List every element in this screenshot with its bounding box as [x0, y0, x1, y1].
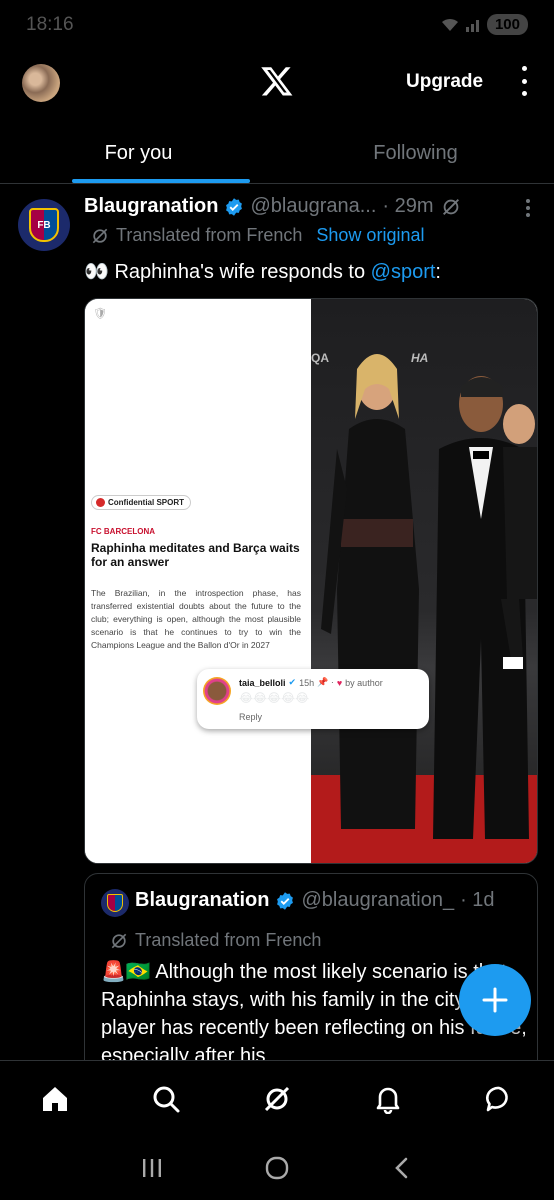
overflow-menu-icon[interactable] [516, 66, 532, 96]
comment-reply-label: Reply [239, 712, 263, 722]
man-with-child-figure [433, 376, 537, 839]
quoted-tweet-header: Blaugranation @blaugranation_ · 1d [135, 889, 495, 912]
tab-label: Following [373, 142, 458, 164]
signal-icon [465, 19, 479, 32]
translate-icon [92, 228, 108, 243]
quoted-author-handle: @blaugranation_ [301, 889, 455, 911]
article-screenshot: 🛡 Confidential SPORT FC BARCELONA Raphin… [85, 299, 311, 863]
shield-icon: 🛡 [93, 308, 107, 320]
recents-button[interactable] [132, 1148, 172, 1188]
tab-label: For you [104, 142, 173, 164]
liked-by-author: by author [345, 677, 383, 688]
top-header: Upgrade [0, 54, 554, 118]
back-button[interactable] [382, 1148, 422, 1188]
home-icon [43, 1086, 68, 1111]
comment-card: taia_belloli ✔ 15h 📌 · ♥ by author 😂😂😂😂😂… [197, 669, 429, 729]
commenter-avatar [203, 677, 231, 705]
show-original-link[interactable]: Show original [316, 225, 424, 246]
chat-icon [485, 1086, 508, 1111]
confidential-badge: Confidential SPORT [91, 495, 191, 510]
x-logo-icon[interactable] [260, 64, 294, 98]
author-handle[interactable]: @blaugrana... [250, 195, 376, 218]
nav-messages[interactable] [469, 1069, 529, 1129]
wifi-icon [441, 18, 458, 31]
tweet-text: 👀 Raphinha's wife responds to @sport: [84, 259, 441, 284]
quoted-author-avatar [101, 889, 129, 917]
translation-row: Translated from French Show original [90, 225, 424, 246]
mention-link[interactable]: @sport [371, 261, 436, 283]
tweet-text-prefix: 👀 Raphinha's wife responds to [84, 261, 371, 283]
tweet-media-image[interactable]: 🛡 Confidential SPORT FC BARCELONA Raphin… [84, 298, 538, 864]
recents-icon [143, 1159, 162, 1177]
nav-grok[interactable] [247, 1069, 307, 1129]
status-time: 18:16 [26, 14, 74, 35]
commenter-name: taia_belloli [239, 677, 286, 688]
bottom-nav [0, 1060, 554, 1136]
home-button[interactable] [257, 1148, 297, 1188]
quoted-translation-row: Translated from French [109, 930, 321, 951]
upgrade-button[interactable]: Upgrade [406, 71, 483, 93]
quoted-timestamp: · 1d [460, 889, 495, 911]
translated-label: Translated from French [135, 930, 322, 950]
active-tab-indicator [72, 179, 250, 183]
comment-time: 15h [299, 677, 315, 688]
system-nav [0, 1136, 554, 1200]
bell-icon [376, 1087, 400, 1114]
author-name[interactable]: Blaugranation [84, 195, 218, 218]
badge-label: Confidential SPORT [108, 498, 184, 507]
article-section: FC BARCELONA [91, 527, 155, 536]
tab-for-you[interactable]: For you [0, 118, 277, 183]
pin-icon: 📌 · [317, 677, 334, 687]
profile-avatar[interactable] [22, 64, 60, 102]
heart-icon: ♥ [336, 677, 343, 688]
nav-search[interactable] [136, 1069, 196, 1129]
tweet-timestamp[interactable]: · 29m [382, 195, 433, 218]
compose-button[interactable] [459, 964, 531, 1036]
grok-icon [264, 1086, 290, 1111]
tweet-more-icon[interactable] [526, 199, 532, 217]
club-crest-icon: FB [29, 208, 59, 242]
comment-text: 😂😂😂😂😂 [239, 691, 310, 705]
tweet[interactable]: FB Blaugranation @blaugrana... · 29m Tra… [0, 185, 554, 1123]
author-avatar[interactable]: FB [18, 199, 70, 251]
club-crest-icon [107, 894, 123, 912]
tweet-header: Blaugranation @blaugrana... · 29m [84, 195, 462, 218]
quoted-author-name: Blaugranation [135, 889, 270, 911]
verified-badge-icon [226, 197, 243, 216]
article-body: The Brazilian, in the introspection phas… [91, 588, 301, 650]
status-icons: 100 [441, 14, 528, 35]
home-circle-icon [265, 1156, 289, 1180]
timeline-tabs: For you Following [0, 118, 554, 184]
grok-icon[interactable] [440, 196, 462, 218]
tab-following[interactable]: Following [277, 118, 554, 183]
back-chevron-icon [394, 1157, 407, 1179]
article-headline: Raphinha meditates and Barça waits for a… [91, 541, 300, 569]
battery-indicator: 100 [486, 14, 528, 35]
sport-logo-icon [96, 498, 105, 507]
nav-home[interactable] [25, 1069, 85, 1129]
translate-icon [111, 933, 127, 948]
translated-label: Translated from French [116, 225, 303, 245]
verified-icon: ✔ [288, 677, 297, 687]
search-icon [153, 1086, 180, 1112]
tweet-text-suffix: : [435, 261, 441, 283]
status-bar: 18:16 100 [0, 0, 554, 54]
plus-icon [482, 987, 508, 1013]
red-carpet-photo: QA HA [311, 299, 537, 863]
verified-badge-icon [277, 891, 294, 910]
comment-header: taia_belloli ✔ 15h 📌 · ♥ by author [239, 677, 383, 688]
nav-notifications[interactable] [358, 1069, 418, 1129]
